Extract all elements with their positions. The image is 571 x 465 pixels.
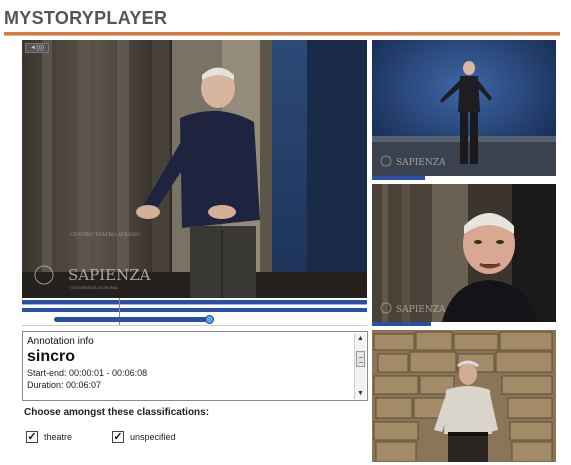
annotation-info-panel: Annotation info sincro Start-end: 00:00:… bbox=[22, 331, 368, 401]
title-underline-shadow bbox=[4, 35, 560, 36]
annotation-name: sincro bbox=[27, 348, 76, 365]
scroll-down-arrow-icon[interactable]: ▼ bbox=[355, 388, 366, 399]
thumbnail-2-frame: SAPIENZA bbox=[372, 184, 556, 322]
timeline-divider bbox=[22, 304, 367, 305]
checkbox-theatre[interactable]: ✓ bbox=[26, 431, 38, 443]
story-player-app: MYSTORYPLAYER SAPIENZA CENTRO TEATRO ATE… bbox=[0, 0, 571, 465]
timeline-track-bottom[interactable] bbox=[22, 308, 367, 312]
video-thumbnail-1[interactable]: SAPIENZA bbox=[372, 40, 556, 176]
thumbnail-2-progress bbox=[372, 322, 431, 326]
annotation-duration: Duration: 00:06:07 bbox=[27, 380, 102, 390]
main-watermark: SAPIENZA bbox=[68, 266, 151, 284]
thumbnail-3-frame bbox=[372, 330, 556, 462]
main-watermark-small: CENTRO TEATRO ATENEO bbox=[70, 232, 140, 238]
volume-badge[interactable]: ◄)))) bbox=[25, 43, 49, 53]
video-timeline[interactable] bbox=[22, 298, 367, 328]
thumbnail-1-progress bbox=[372, 176, 425, 180]
thumbnail-1-frame: SAPIENZA bbox=[372, 40, 556, 176]
playback-progress-bar[interactable] bbox=[54, 317, 209, 322]
app-title: MYSTORYPLAYER bbox=[4, 8, 168, 28]
checkbox-unspecified[interactable]: ✓ bbox=[112, 431, 124, 443]
annotation-start-end: Start-end: 00:00:01 - 00:06:08 bbox=[27, 368, 148, 378]
classifications-label: Choose amongst these classifications: bbox=[24, 407, 210, 418]
scroll-up-arrow-icon[interactable]: ▲ bbox=[355, 333, 366, 344]
checkbox-theatre-label: theatre bbox=[44, 432, 73, 442]
main-video-player[interactable]: SAPIENZA CENTRO TEATRO ATENEO UNIVERSITÀ… bbox=[22, 40, 367, 298]
main-video-frame: SAPIENZA CENTRO TEATRO ATENEO UNIVERSITÀ… bbox=[22, 40, 367, 298]
classification-theatre[interactable]: ✓ theatre bbox=[26, 430, 72, 444]
main-watermark-sub: UNIVERSITÀ DI ROMA bbox=[70, 285, 118, 290]
app-header: MYSTORYPLAYER bbox=[4, 8, 560, 36]
annotation-heading: Annotation info bbox=[27, 336, 94, 347]
checkbox-unspecified-label: unspecified bbox=[130, 432, 176, 442]
video-thumbnail-3[interactable] bbox=[372, 330, 556, 462]
scroll-thumb[interactable] bbox=[356, 351, 365, 367]
annotation-scrollbar[interactable]: ▲ ▼ bbox=[354, 333, 366, 399]
timeline-ruler bbox=[22, 323, 367, 326]
thumbnail-2-watermark: SAPIENZA bbox=[396, 305, 446, 315]
classification-unspecified[interactable]: ✓ unspecified bbox=[112, 430, 176, 444]
thumbnail-1-watermark: SAPIENZA bbox=[396, 158, 446, 168]
video-thumbnail-2[interactable]: SAPIENZA bbox=[372, 184, 556, 322]
